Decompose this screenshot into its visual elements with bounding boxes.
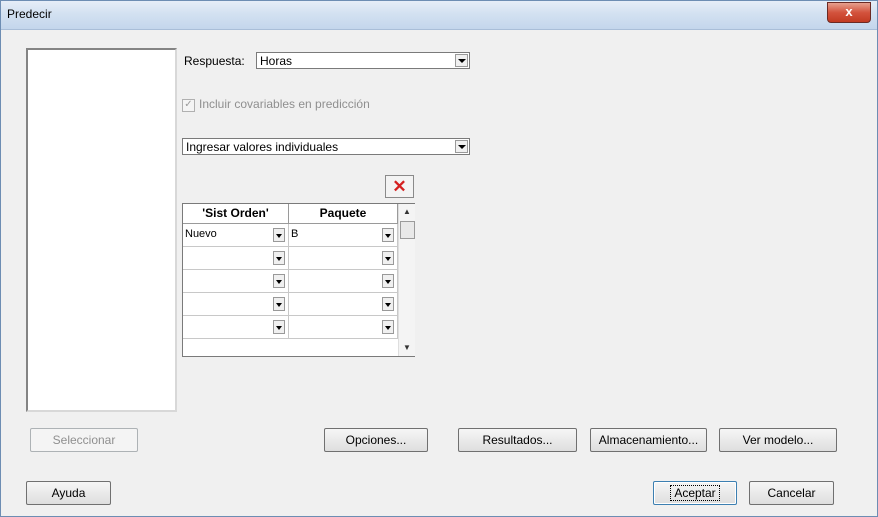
grid-cell-sist-orden[interactable] — [183, 270, 289, 293]
grid-header-sist-orden: 'Sist Orden' — [183, 204, 289, 224]
chevron-down-icon[interactable] — [273, 320, 285, 334]
respuesta-value: Horas — [260, 54, 293, 68]
values-grid[interactable]: 'Sist Orden' Paquete Nuevo B ▲ ▼ — [182, 203, 415, 357]
scroll-down-icon[interactable]: ▼ — [399, 340, 415, 356]
chevron-down-icon[interactable] — [382, 251, 394, 265]
seleccionar-button: Seleccionar — [30, 428, 138, 452]
grid-cell-value: Nuevo — [185, 228, 217, 240]
chevron-down-icon[interactable] — [273, 274, 285, 288]
modo-select[interactable]: Ingresar valores individuales — [182, 138, 470, 155]
grid-header-paquete: Paquete — [289, 204, 398, 224]
chevron-down-icon[interactable] — [273, 251, 285, 265]
chevron-down-icon[interactable] — [455, 54, 468, 67]
grid-cell-sist-orden[interactable] — [183, 316, 289, 339]
grid-cell-sist-orden[interactable]: Nuevo — [183, 224, 289, 247]
delete-row-icon: ✕ — [392, 177, 407, 196]
dialog-body: Respuesta: Horas ✓ Incluir covariables e… — [9, 31, 871, 509]
chevron-down-icon[interactable] — [455, 140, 468, 153]
opciones-button[interactable]: Opciones... — [324, 428, 428, 452]
grid-cell-paquete[interactable] — [289, 316, 398, 339]
close-button[interactable]: x — [827, 2, 871, 23]
covariables-label: Incluir covariables en predicción — [199, 97, 370, 111]
chevron-down-icon[interactable] — [382, 274, 394, 288]
respuesta-label: Respuesta: — [184, 54, 245, 68]
resultados-button[interactable]: Resultados... — [458, 428, 577, 452]
cancelar-button[interactable]: Cancelar — [749, 481, 834, 505]
ayuda-button[interactable]: Ayuda — [26, 481, 111, 505]
delete-row-button[interactable]: ✕ — [385, 175, 414, 198]
aceptar-button[interactable]: Aceptar — [653, 481, 737, 505]
grid-cell-paquete[interactable] — [289, 293, 398, 316]
grid-cell-paquete[interactable] — [289, 247, 398, 270]
ver-modelo-button[interactable]: Ver modelo... — [719, 428, 837, 452]
grid-scrollbar[interactable]: ▲ ▼ — [398, 204, 415, 356]
grid-cell-sist-orden[interactable] — [183, 293, 289, 316]
scroll-up-icon[interactable]: ▲ — [399, 204, 415, 220]
grid-cell-paquete[interactable] — [289, 270, 398, 293]
title-bar: Predecir x — [1, 1, 877, 30]
covariables-checkbox: ✓ — [182, 99, 195, 112]
chevron-down-icon[interactable] — [382, 228, 394, 242]
almacenamiento-button[interactable]: Almacenamiento... — [590, 428, 707, 452]
modo-value: Ingresar valores individuales — [186, 140, 339, 154]
chevron-down-icon[interactable] — [273, 297, 285, 311]
predecir-dialog: Predecir x Respuesta: Horas ✓ Incluir co… — [0, 0, 878, 517]
window-title: Predecir — [7, 7, 52, 21]
respuesta-select[interactable]: Horas — [256, 52, 470, 69]
grid-cell-sist-orden[interactable] — [183, 247, 289, 270]
aceptar-label: Aceptar — [670, 485, 720, 501]
close-icon: x — [845, 4, 853, 19]
chevron-down-icon[interactable] — [382, 297, 394, 311]
grid-cell-paquete[interactable]: B — [289, 224, 398, 247]
variables-listbox[interactable] — [26, 48, 177, 412]
grid-cell-value: B — [291, 228, 299, 240]
chevron-down-icon[interactable] — [382, 320, 394, 334]
scroll-thumb[interactable] — [400, 221, 415, 239]
chevron-down-icon[interactable] — [273, 228, 285, 242]
